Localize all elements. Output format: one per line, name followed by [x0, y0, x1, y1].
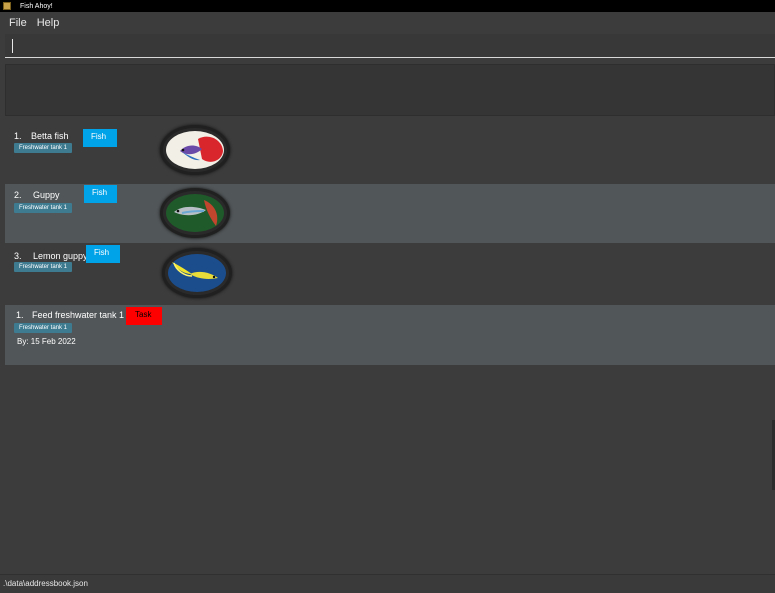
due-date: By: 15 Feb 2022 [17, 337, 76, 346]
tank-tag: Freshwater tank 1 [14, 323, 73, 333]
tank-tag: Freshwater tank 1 [14, 262, 73, 272]
menu-file[interactable]: File [9, 17, 27, 29]
text-caret [12, 39, 13, 53]
result-display [5, 64, 775, 116]
lemon-guppy-image [165, 251, 229, 295]
fish-type-badge: Fish [86, 245, 120, 263]
task-type-badge: Task [126, 307, 162, 325]
list-item-lemon-guppy[interactable]: 3. Lemon guppy Fish Freshwater tank 1 [5, 245, 775, 304]
lemon-guppy-photo [162, 248, 232, 298]
guppy-image [163, 191, 227, 235]
app-icon [3, 2, 11, 10]
list-item-betta-fish[interactable]: 1. Betta fish Fish Freshwater tank 1 [5, 123, 775, 182]
fish-type-badge: Fish [84, 185, 117, 203]
status-bar: .\data\addressbook.json [0, 574, 775, 593]
item-name: Lemon guppy [33, 251, 88, 261]
menu-bar: File Help [0, 12, 775, 34]
save-location: .\data\addressbook.json [3, 579, 88, 588]
window-title: Fish Ahoy! [20, 2, 53, 10]
tank-tag: Freshwater tank 1 [14, 203, 73, 213]
menu-help[interactable]: Help [37, 17, 60, 29]
betta-fish-photo [160, 125, 230, 175]
fish-type-badge: Fish [83, 129, 117, 147]
item-name: Feed freshwater tank 1 [32, 310, 125, 320]
guppy-photo [160, 188, 230, 238]
list-item-task-feed[interactable]: 1. Feed freshwater tank 1 Task Freshwate… [5, 305, 775, 365]
list-item-guppy[interactable]: 2. Guppy Fish Freshwater tank 1 [5, 184, 775, 243]
item-list: 1. Betta fish Fish Freshwater tank 1 2. … [5, 123, 775, 365]
title-bar: Fish Ahoy! [0, 0, 775, 12]
item-index: 3. [14, 251, 22, 261]
item-name: Guppy [33, 190, 60, 200]
command-input[interactable] [5, 34, 775, 58]
item-index: 1. [14, 131, 22, 141]
item-name: Betta fish [31, 131, 69, 141]
betta-fish-image [163, 128, 227, 172]
item-index: 2. [14, 190, 22, 200]
item-index: 1. [16, 310, 24, 320]
tank-tag: Freshwater tank 1 [14, 143, 73, 153]
